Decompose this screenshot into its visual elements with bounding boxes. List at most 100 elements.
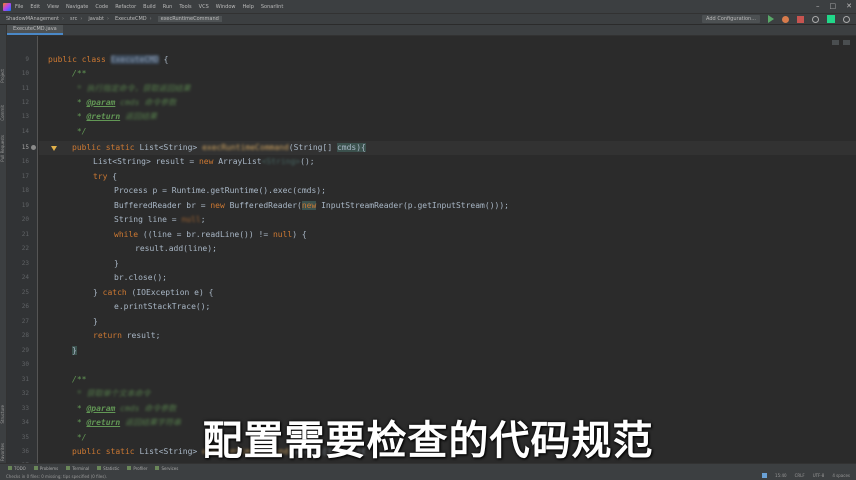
tool-statistic[interactable]: Statistic — [97, 466, 119, 471]
code-line: try { — [93, 172, 118, 181]
breakpoint-marker-icon[interactable] — [31, 145, 36, 150]
line-number: 10 — [21, 70, 29, 77]
code-line: return result; — [93, 331, 161, 340]
line-separator[interactable]: CRLF — [795, 473, 805, 478]
line-number: 15 — [21, 144, 29, 151]
maximize-icon[interactable]: □ — [830, 2, 837, 10]
indent-setting[interactable]: 4 spaces — [832, 473, 850, 478]
tool-window-pull-requests[interactable]: Pull Requests — [0, 135, 7, 162]
search-icon[interactable] — [843, 15, 850, 23]
menu-vcs[interactable]: VCS — [199, 4, 209, 10]
tool-window-project[interactable]: Project — [0, 69, 7, 83]
line-number: 31 — [21, 376, 29, 383]
tool-window-commit[interactable]: Commit — [0, 105, 7, 121]
inspection-icon[interactable] — [832, 40, 839, 45]
line-number: 29 — [21, 347, 29, 354]
event-log-icon[interactable] — [762, 473, 768, 478]
bottom-tool-bar: TODO Problems Terminal Statistic Profile… — [0, 463, 856, 472]
line-number: 22 — [21, 245, 29, 252]
tool-services[interactable]: Services — [155, 466, 178, 471]
breadcrumb-separator-icon: › — [106, 16, 109, 22]
status-message[interactable]: Checks in 0 files: 0 missing; tips speci… — [6, 474, 107, 479]
code-editor[interactable]: public class ExecuteCMD { /** * 执行指定命令，获… — [39, 36, 856, 463]
line-number: 21 — [21, 231, 29, 238]
code-line: } — [72, 346, 77, 355]
services-icon — [155, 466, 160, 470]
settings-gear-icon[interactable] — [812, 15, 819, 23]
code-line: /** — [72, 69, 87, 78]
line-number: 9 — [25, 56, 29, 63]
menu-code[interactable]: Code — [95, 4, 108, 10]
line-number: 23 — [21, 260, 29, 267]
editor-inspection-widget — [832, 40, 850, 45]
editor-tab-label: ExecuteCMD.java — [13, 26, 57, 32]
menu-view[interactable]: View — [47, 4, 59, 10]
code-line: * @param cmds 命令参数 — [72, 98, 177, 107]
line-number: 28 — [21, 332, 29, 339]
debug-icon[interactable] — [782, 15, 789, 23]
close-icon[interactable]: ✕ — [846, 2, 852, 10]
minimize-icon[interactable]: – — [816, 2, 820, 10]
editor-gutter: 9 10 11 12 13 14 15 16 17 18 19 20 21 22 23 24 25 26 27 28 2… — [7, 36, 38, 469]
line-number: 27 — [21, 318, 29, 325]
navigation-bar: ShadowMAnagement › src › javabt › Execut… — [0, 13, 856, 25]
editor-tabs: ExecuteCMD.java — [7, 25, 856, 36]
menu-window[interactable]: Window — [216, 4, 236, 10]
code-line: List<String> result = new ArrayList<Stri… — [93, 157, 315, 166]
menu-file[interactable]: File — [15, 4, 23, 10]
menu-help[interactable]: Help — [242, 4, 253, 10]
menu-edit[interactable]: Edit — [30, 4, 40, 10]
code-line: } — [114, 259, 119, 268]
line-number: 14 — [21, 128, 29, 135]
breadcrumb-project[interactable]: ShadowMAnagement — [6, 16, 59, 22]
code-line: * @return 返回结果 — [72, 112, 157, 121]
caret-position[interactable]: 15:40 — [775, 473, 787, 478]
tool-profiler[interactable]: Profiler — [127, 466, 147, 471]
video-subtitle: 配置需要检查的代码规范 — [202, 418, 654, 464]
menu-bar: File Edit View Navigate Code Refactor Bu… — [0, 0, 856, 13]
toolbox-icon[interactable] — [827, 15, 835, 23]
terminal-icon — [66, 466, 71, 470]
status-bar: Checks in 0 files: 0 missing; tips speci… — [0, 472, 856, 480]
problems-icon — [33, 466, 38, 470]
menu-tools[interactable]: Tools — [179, 4, 191, 10]
line-number: 11 — [21, 85, 29, 92]
run-toolbar: Add Configuration... — [702, 15, 850, 23]
editor-tab[interactable]: ExecuteCMD.java — [7, 25, 63, 35]
file-encoding[interactable]: UTF-8 — [813, 473, 825, 478]
code-line: } catch (IOException e) { — [93, 288, 214, 297]
warning-marker-icon[interactable] — [51, 146, 57, 151]
menu-run[interactable]: Run — [163, 4, 173, 10]
line-number: 19 — [21, 202, 29, 209]
code-line: public class ExecuteCMD { — [48, 55, 169, 64]
left-tool-strip: Project Commit Pull Requests Structure F… — [0, 25, 7, 463]
run-configuration-dropdown[interactable]: Add Configuration... — [702, 15, 760, 23]
line-number: 16 — [21, 158, 29, 165]
menu-refactor[interactable]: Refactor — [115, 4, 136, 10]
tool-terminal[interactable]: Terminal — [66, 466, 89, 471]
status-widgets: 15:40 CRLF UTF-8 4 spaces — [762, 473, 850, 478]
breadcrumb-method[interactable]: execRuntimeCommand — [157, 16, 222, 22]
line-number: 32 — [21, 390, 29, 397]
line-number: 13 — [21, 113, 29, 120]
breadcrumb-file[interactable]: ExecuteCMD — [115, 16, 147, 22]
breadcrumb-separator-icon: › — [149, 16, 152, 22]
menu-navigate[interactable]: Navigate — [66, 4, 88, 10]
intellij-logo-icon — [3, 2, 11, 11]
inspection-arrow-icon[interactable] — [843, 40, 850, 45]
code-line: result.add(line); — [135, 244, 217, 253]
menu-build[interactable]: Build — [143, 4, 156, 10]
code-line: String line = null; — [114, 215, 206, 224]
menu-sonarlint[interactable]: Sonarlint — [261, 4, 283, 10]
tool-todo[interactable]: TODO — [8, 466, 26, 471]
profiler-icon — [127, 466, 132, 470]
stop-icon[interactable] — [797, 15, 804, 23]
line-number: 26 — [21, 303, 29, 310]
code-line: e.printStackTrace(); — [114, 302, 211, 311]
line-number: 17 — [21, 173, 29, 180]
breadcrumb-package[interactable]: javabt — [88, 16, 104, 22]
code-line: } — [93, 317, 98, 326]
breadcrumb-module[interactable]: src — [70, 16, 77, 22]
tool-problems[interactable]: Problems — [33, 466, 58, 471]
run-icon[interactable] — [768, 15, 774, 23]
